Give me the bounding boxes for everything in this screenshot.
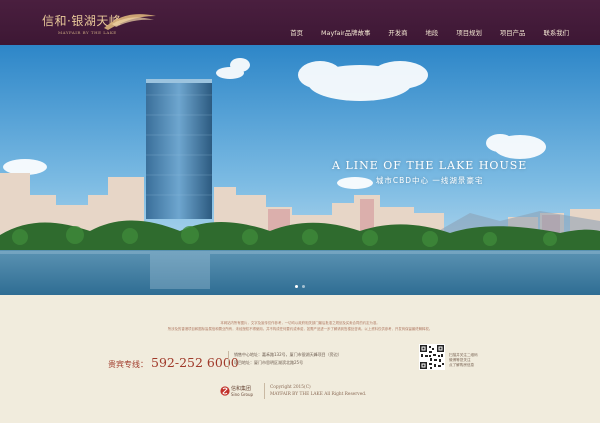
sino-group-cn: 信和集团	[231, 386, 252, 392]
project-address: 项目地址：厦门市思明区湖滨北路25号	[234, 360, 304, 365]
nav-item-planning[interactable]: 项目规划	[447, 28, 491, 37]
sales-center-address: 销售中心地址：嘉禾路132号，厦门市银湖天峰项目（旁边）	[234, 352, 342, 357]
sino-group-logo[interactable]: 信和集团 Sino Group	[220, 383, 258, 401]
site-footer: 本网站内所有图片，文字及宣传仅作参考，一切均以政府相关部门最后批准之规划及买卖合…	[0, 295, 600, 423]
qr-caption-line-3: 点了解购房信息	[449, 363, 475, 367]
nav-item-developer[interactable]: 开发商	[379, 28, 416, 37]
logo-text-en: MAYFAIR BY THE LAKE	[58, 30, 117, 35]
nav-item-products[interactable]: 项目产品	[491, 28, 535, 37]
slider-dot-2[interactable]	[302, 285, 305, 288]
vip-hotline: 贵宾专线： 592-252 6000	[108, 352, 239, 371]
brand-logo[interactable]: 信和·银湖天峰 MAYFAIR BY THE LAKE	[42, 8, 162, 40]
hotline-number[interactable]: 592-252 6000	[151, 355, 239, 370]
hero-tagline-en: A LINE OF THE LAKE HOUSE	[332, 159, 528, 172]
address-block: 销售中心地址：嘉禾路132号，厦门市银湖天峰项目（旁边） 项目地址：厦门市思明区…	[234, 351, 342, 367]
sino-group-en: Sino Group	[231, 392, 254, 397]
slider-dot-1[interactable]	[295, 285, 298, 288]
sino-group-emblem-icon	[220, 386, 230, 396]
footer-divider	[228, 351, 229, 369]
copyright-line-2: MAYFAIR BY THE LAKE All Right Reserved.	[270, 392, 367, 397]
slider-dots	[295, 285, 305, 288]
qr-caption: 扫描并关注二维码 微博等您关注 点了解购房信息	[449, 353, 478, 368]
qr-code-icon	[419, 344, 445, 370]
site-header: 信和·银湖天峰 MAYFAIR BY THE LAKE 首页 Mayfair品牌…	[0, 0, 600, 45]
disclaimer: 本网站内所有图片，文字及宣传仅作参考，一切均以政府相关部门最后批准之规划及买卖合…	[60, 320, 540, 332]
hero-banner[interactable]: A LINE OF THE LAKE HOUSE 城市CBD中心 一线湖景豪宅	[0, 45, 600, 295]
main-nav: 首页 Mayfair品牌故事 开发商 地段 项目规划 项目产品 联系我们	[281, 28, 578, 37]
hero-tagline-cn: 城市CBD中心 一线湖景豪宅	[375, 176, 484, 185]
nav-item-contact[interactable]: 联系我们	[534, 28, 578, 37]
disclaimer-line-2: 所涉及的香港项目和图标皆属信和置业所有，未经授权不得使用。并不构成任何要约或承诺…	[167, 327, 433, 331]
nav-item-home[interactable]: 首页	[281, 28, 312, 37]
nav-item-brand-story[interactable]: Mayfair品牌故事	[312, 28, 379, 37]
copyright-line-1: Copyright 2015(C)	[270, 385, 311, 390]
nav-item-location[interactable]: 地段	[417, 28, 448, 37]
copyright-divider	[264, 383, 265, 399]
hotline-label: 贵宾专线：	[108, 360, 148, 369]
copyright: Copyright 2015(C) MAYFAIR BY THE LAKE Al…	[270, 384, 366, 398]
hero-tagline: A LINE OF THE LAKE HOUSE 城市CBD中心 一线湖景豪宅	[332, 159, 527, 186]
